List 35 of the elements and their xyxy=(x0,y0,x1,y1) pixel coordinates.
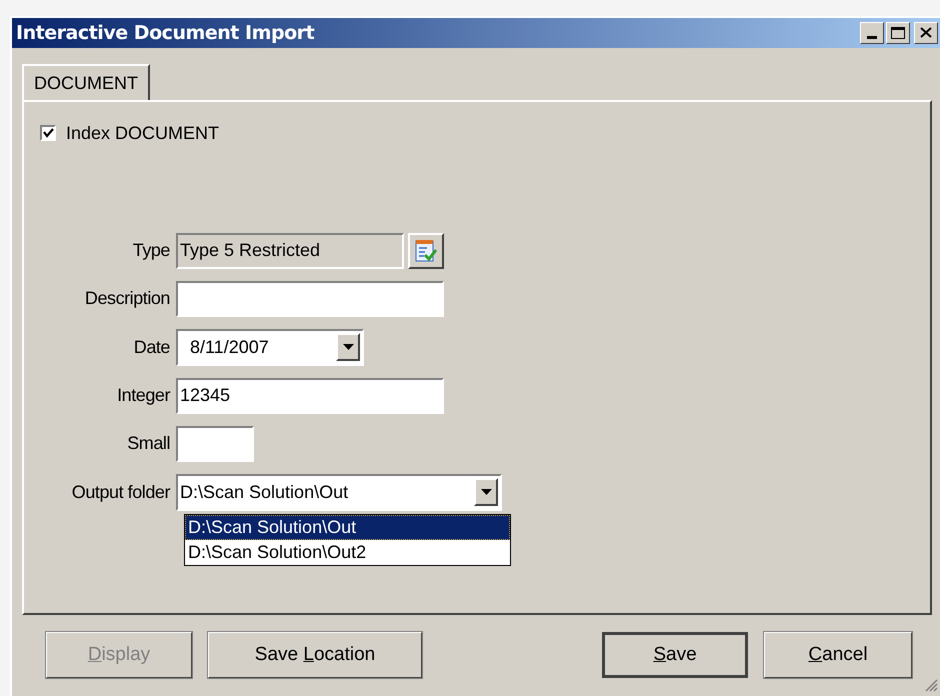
window-title: Interactive Document Import xyxy=(16,20,314,46)
dropdown-option[interactable]: D:\Scan Solution\Out xyxy=(185,514,510,540)
check-icon xyxy=(42,128,54,138)
input-field[interactable]: 12345 xyxy=(176,378,444,414)
dropdown-button[interactable] xyxy=(336,333,360,362)
dropdown-field[interactable]: D:\Scan Solution\Out xyxy=(176,474,502,511)
resize-grip-icon xyxy=(924,678,938,692)
close-icon xyxy=(920,27,932,38)
maximize-icon xyxy=(891,26,905,39)
checklist-icon xyxy=(415,238,437,263)
input-field[interactable] xyxy=(176,426,254,462)
input-field[interactable] xyxy=(176,280,444,317)
field-label: Description xyxy=(84,287,171,310)
date-picker[interactable]: 8/11/2007 xyxy=(176,328,364,366)
minimize-icon xyxy=(867,36,877,39)
lookup-button[interactable] xyxy=(408,232,444,269)
tab[interactable]: DOCUMENT xyxy=(22,64,150,102)
dialog-button[interactable]: Cancel xyxy=(764,632,912,678)
dropdown-button[interactable] xyxy=(474,478,498,506)
dropdown-arrow-icon xyxy=(480,489,492,496)
close-button[interactable] xyxy=(914,22,938,44)
field-label: Date xyxy=(132,336,171,359)
field-label: Integer xyxy=(116,384,172,408)
maximize-button[interactable] xyxy=(886,22,910,44)
dialog-button[interactable]: Save xyxy=(602,632,748,678)
type-field: Type 5 Restricted xyxy=(176,232,404,269)
dialog-button[interactable]: Save Location xyxy=(208,632,422,678)
field-label: Output folder xyxy=(70,480,172,504)
field-label: Type xyxy=(132,239,171,262)
field-label: Small xyxy=(126,432,171,456)
minimize-button[interactable] xyxy=(860,22,884,44)
checkbox[interactable] xyxy=(40,125,56,142)
dropdown-option[interactable]: D:\Scan Solution\Out2 xyxy=(185,540,510,565)
checkbox-label: Index DOCUMENT xyxy=(66,122,220,145)
dropdown-arrow-icon xyxy=(342,344,354,350)
